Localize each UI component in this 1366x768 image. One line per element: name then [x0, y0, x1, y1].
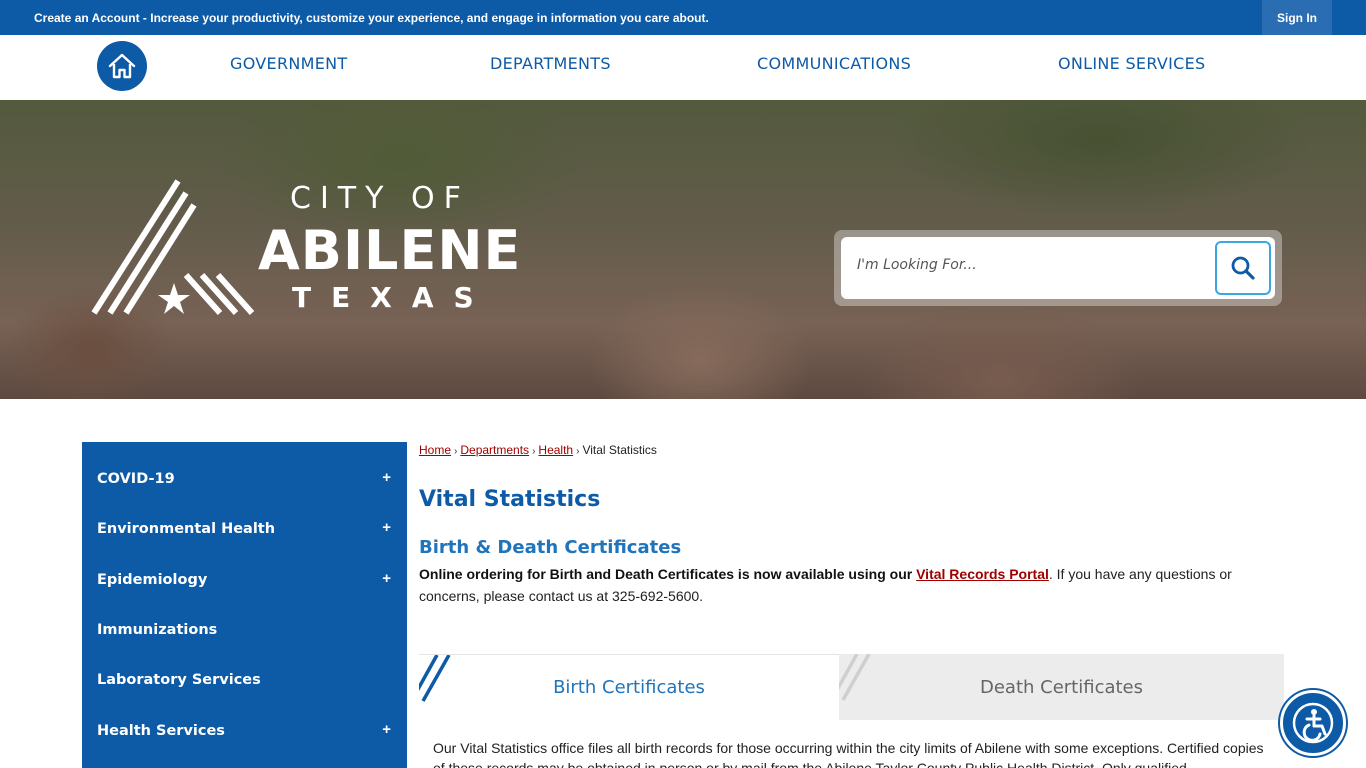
sidebar-item-label: Laboratory Services: [97, 672, 261, 688]
search-icon: [1231, 256, 1255, 280]
home-icon: [108, 53, 136, 79]
breadcrumb-separator: ›: [576, 446, 580, 457]
tab-death-certificates[interactable]: Death Certificates: [839, 654, 1284, 720]
tab-label: Birth Certificates: [553, 677, 705, 698]
tab-birth-certificates[interactable]: Birth Certificates: [419, 654, 839, 720]
breadcrumb-departments[interactable]: Departments: [460, 443, 529, 457]
sidebar-item-health-services[interactable]: Health Services +: [82, 707, 407, 757]
sidebar-item-immunizations[interactable]: Immunizations: [82, 606, 407, 656]
search-box: [841, 237, 1275, 299]
tab-stripe-icon: [419, 655, 451, 702]
nav-online-services[interactable]: ONLINE SERVICES: [1058, 54, 1205, 73]
intro-bold-text: Online ordering for Birth and Death Cert…: [419, 566, 913, 582]
expand-icon[interactable]: +: [382, 721, 391, 738]
sidebar-item-environmental-health[interactable]: Environmental Health +: [82, 505, 407, 555]
logo-city-of: CITY OF: [290, 181, 470, 216]
tab-label: Death Certificates: [979, 676, 1144, 698]
hero-banner: CITY OF ABILENE TEXAS: [0, 100, 1366, 399]
sidebar-item-laboratory-services[interactable]: Laboratory Services: [82, 656, 407, 706]
logo-mark-icon: [91, 179, 255, 316]
sign-in-button[interactable]: Sign In: [1262, 0, 1332, 35]
section-title: Birth & Death Certificates: [419, 537, 682, 558]
breadcrumb-health[interactable]: Health: [538, 443, 573, 457]
main-nav: GOVERNMENT DEPARTMENTS COMMUNICATIONS ON…: [0, 35, 1366, 100]
logo-abilene: ABILENE: [258, 219, 522, 282]
sidebar-item-covid-19[interactable]: COVID-19 +: [82, 455, 407, 505]
create-account-link[interactable]: Create an Account - Increase your produc…: [34, 11, 709, 25]
breadcrumb-separator: ›: [454, 446, 458, 457]
breadcrumb: Home › Departments › Health › Vital Statistics: [419, 443, 657, 457]
sidebar-item-label: Immunizations: [97, 622, 218, 638]
expand-icon[interactable]: +: [382, 519, 391, 536]
breadcrumb-separator: ›: [532, 446, 536, 457]
breadcrumb-current: Vital Statistics: [582, 443, 657, 457]
tab-stripe-icon: [839, 654, 871, 701]
nav-communications[interactable]: COMMUNICATIONS: [757, 54, 911, 73]
nav-departments[interactable]: DEPARTMENTS: [490, 54, 611, 73]
sidebar-item-epidemiology[interactable]: Epidemiology +: [82, 556, 407, 606]
account-banner: Create an Account - Increase your produc…: [0, 0, 1366, 35]
home-button[interactable]: [97, 41, 147, 91]
expand-icon[interactable]: +: [382, 570, 391, 587]
expand-icon[interactable]: +: [382, 469, 391, 486]
tab-panel-text: Our Vital Statistics office files all bi…: [433, 740, 1264, 768]
intro-paragraph: Online ordering for Birth and Death Cert…: [419, 563, 1279, 607]
sidebar-item-label: COVID-19: [97, 471, 175, 487]
search-panel: [834, 230, 1282, 306]
sidebar-item-label: Health Services: [97, 723, 225, 739]
vital-records-portal-link[interactable]: Vital Records Portal: [916, 566, 1049, 582]
accessibility-button[interactable]: [1280, 690, 1346, 756]
nav-government[interactable]: GOVERNMENT: [230, 54, 348, 73]
health-sidebar: COVID-19 + Environmental Health + Epidem…: [82, 442, 407, 768]
sidebar-item-label: Epidemiology: [97, 572, 208, 588]
certificate-tabs: Birth Certificates Death Certificates: [419, 654, 1284, 720]
sidebar-item-label: Environmental Health: [97, 521, 276, 537]
logo-texas: TEXAS: [292, 281, 494, 314]
breadcrumb-home[interactable]: Home: [419, 443, 451, 457]
city-logo[interactable]: CITY OF ABILENE TEXAS: [90, 175, 520, 320]
search-button[interactable]: [1215, 241, 1271, 295]
page-title: Vital Statistics: [419, 487, 601, 512]
search-input[interactable]: [857, 257, 1187, 273]
accessibility-icon: [1292, 702, 1334, 744]
tab-panel-birth: Our Vital Statistics office files all bi…: [419, 720, 1284, 768]
